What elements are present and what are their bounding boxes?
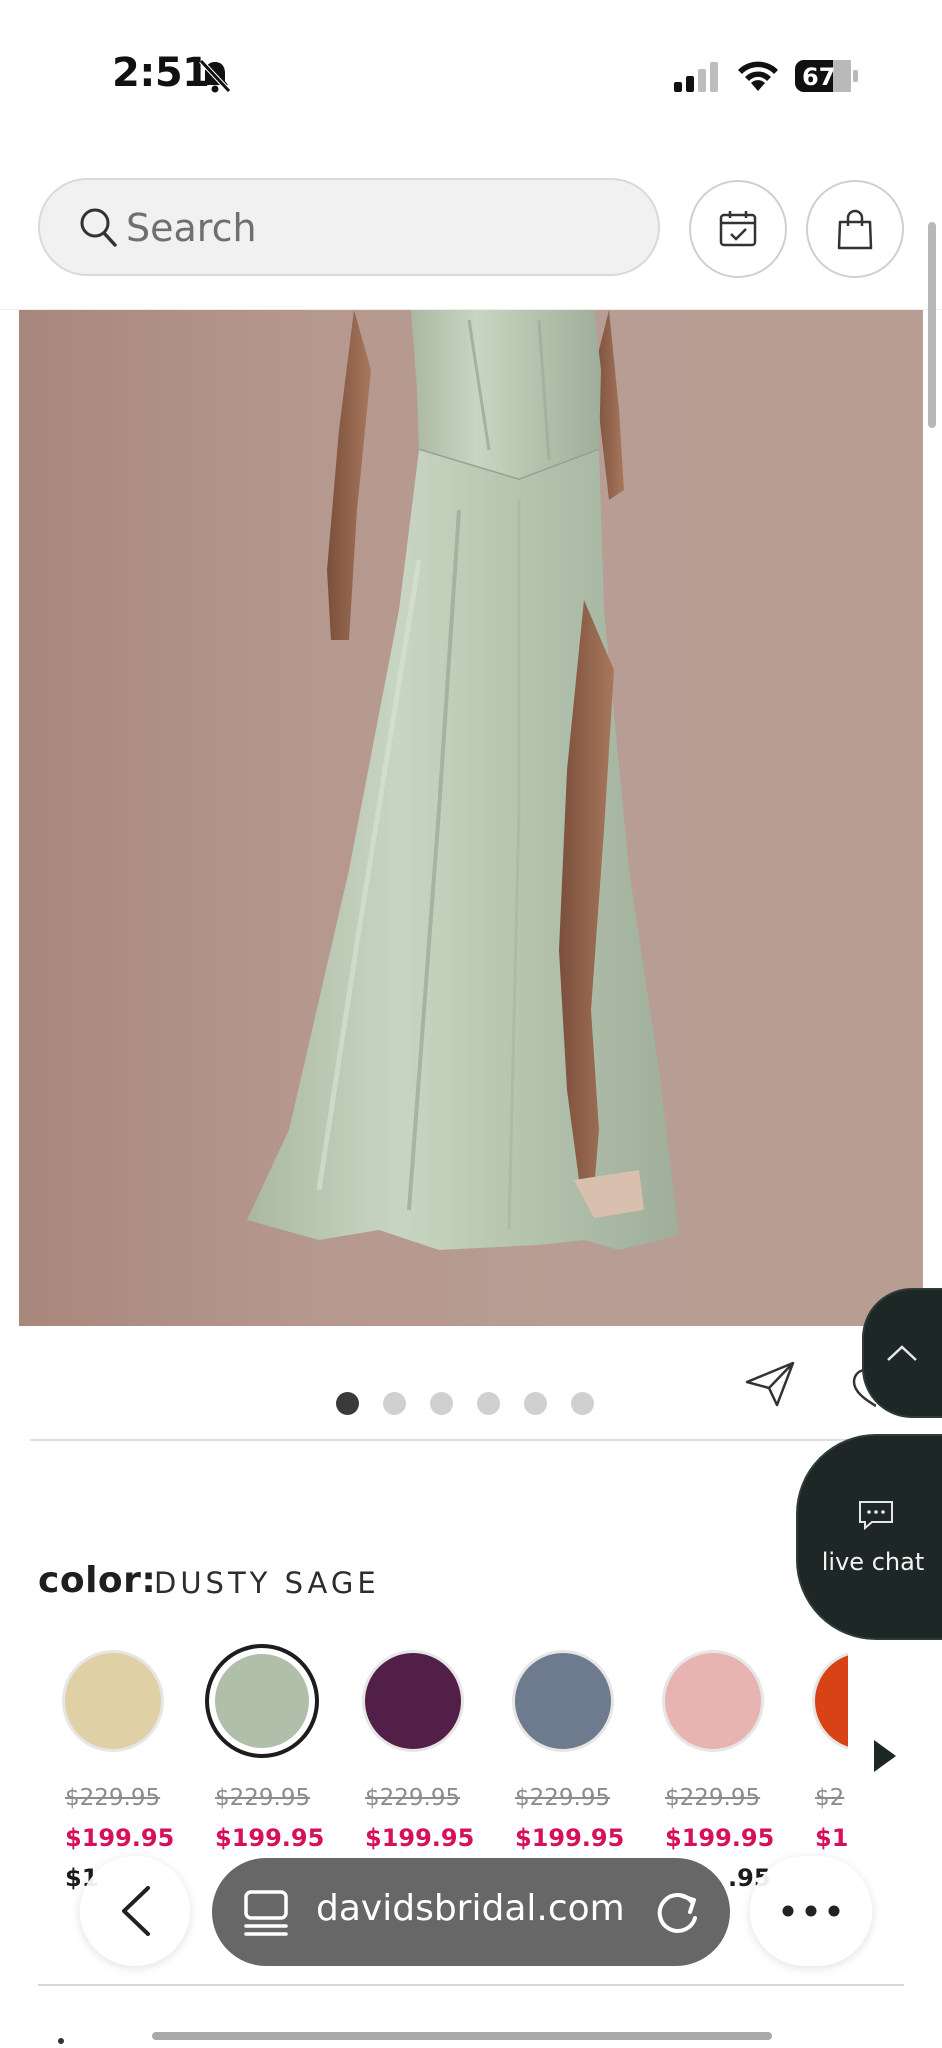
sale-price: $199.95 (515, 1824, 625, 1852)
battery-icon: 67 (795, 60, 858, 92)
original-price: $229.95 (665, 1785, 761, 1811)
home-indicator[interactable] (152, 2032, 772, 2040)
color-label: color: (38, 1560, 157, 1601)
more-options-button[interactable] (750, 1856, 872, 1966)
address-bar[interactable]: davidsbridal.com (212, 1858, 730, 1966)
gallery-dot[interactable] (430, 1392, 453, 1415)
gallery-dot[interactable] (524, 1392, 547, 1415)
original-price: $229.95 (65, 1785, 161, 1811)
gallery-dot[interactable] (336, 1392, 359, 1415)
product-photo (247, 310, 679, 1250)
color-swatch[interactable] (512, 1650, 614, 1752)
shopping-bag-icon (837, 209, 873, 250)
battery-percent: 67 (802, 63, 835, 91)
sale-price: $199.95 (365, 1824, 475, 1852)
share-icon[interactable] (744, 1360, 796, 1408)
wifi-icon (738, 61, 778, 91)
chevron-left-icon (122, 1886, 150, 1936)
carousel-next-arrow-icon[interactable] (870, 1738, 898, 1774)
browser-back-button[interactable] (80, 1856, 190, 1966)
live-chat-label: live chat (821, 1548, 925, 1576)
site-header (0, 150, 942, 310)
search-input[interactable] (126, 200, 626, 256)
color-swatch-selected[interactable] (205, 1644, 319, 1758)
color-swatch[interactable] (362, 1650, 464, 1752)
status-bar: 2:51 67 (0, 0, 942, 150)
search-bar[interactable] (38, 178, 660, 276)
sale-price: $1 (815, 1824, 848, 1852)
chevron-up-icon (887, 1345, 917, 1361)
tabs-icon[interactable] (242, 1888, 290, 1938)
original-price: $229.95 (365, 1785, 461, 1811)
more-dots-icon (782, 1905, 840, 1917)
gallery-pagination (336, 1392, 594, 1416)
original-price: $2 (815, 1785, 845, 1811)
chat-bubble-icon (859, 1501, 893, 1530)
status-time: 2:51 (112, 50, 210, 96)
gallery-dot[interactable] (477, 1392, 500, 1415)
color-swatch[interactable] (812, 1650, 848, 1752)
divider (38, 1984, 904, 1986)
product-image[interactable] (19, 310, 923, 1326)
gallery-dot[interactable] (383, 1392, 406, 1415)
bullet (58, 2038, 64, 2044)
original-price: $229.95 (515, 1785, 611, 1811)
gallery-dot[interactable] (571, 1392, 594, 1415)
calendar-check-icon (719, 211, 757, 247)
live-chat-button[interactable]: live chat (796, 1434, 942, 1640)
scroll-to-top-button[interactable] (862, 1288, 942, 1418)
selected-color-name: DUSTY SAGE (154, 1566, 380, 1600)
sale-price: $199.95 (215, 1824, 325, 1852)
search-icon (80, 208, 117, 247)
sale-price: $199.95 (665, 1824, 775, 1852)
reload-icon[interactable] (652, 1888, 702, 1938)
page-scrollbar[interactable] (928, 222, 936, 428)
bell-slash-icon (199, 59, 231, 93)
sale-price: $199.95 (65, 1824, 175, 1852)
cellular-signal-icon (674, 62, 718, 92)
divider (30, 1439, 904, 1441)
appointment-button[interactable] (689, 180, 787, 278)
color-swatch[interactable] (62, 1650, 164, 1752)
shopping-bag-button[interactable] (806, 180, 904, 278)
color-swatch[interactable] (662, 1650, 764, 1752)
original-price: $229.95 (215, 1785, 311, 1811)
url-text: davidsbridal.com (316, 1888, 625, 1929)
